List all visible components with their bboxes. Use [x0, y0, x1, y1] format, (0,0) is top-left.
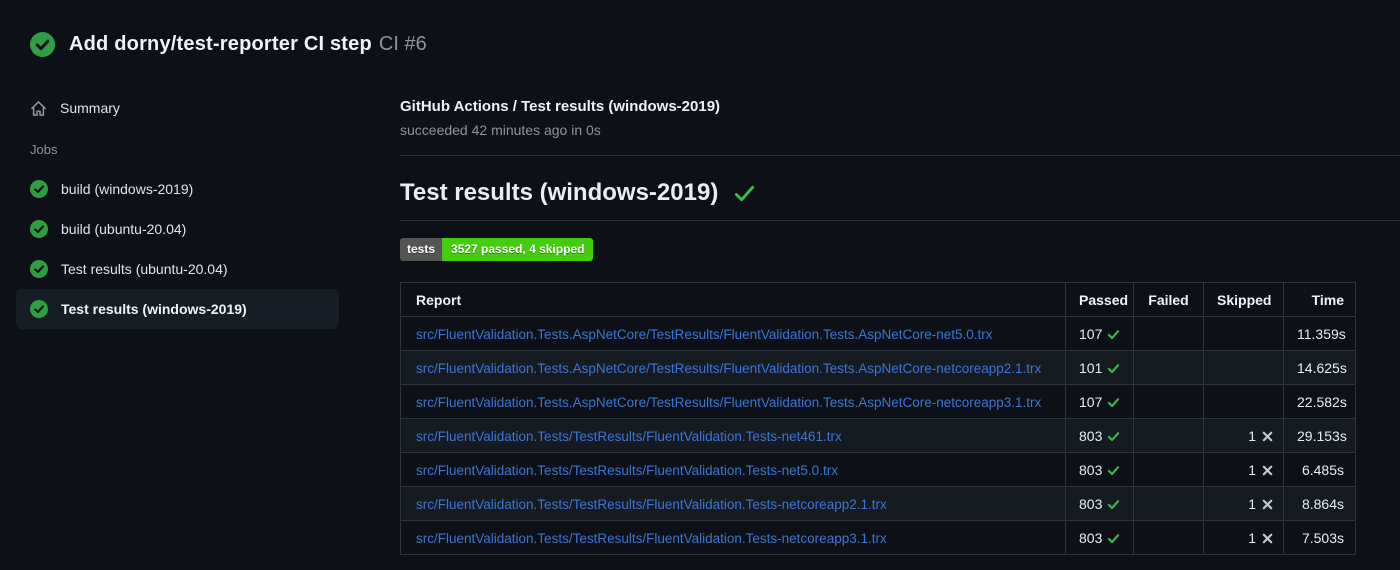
report-link[interactable]: src/FluentValidation.Tests/TestResults/F…	[416, 497, 887, 512]
skipped-count: 1	[1248, 529, 1256, 546]
tests-badge-value: 3527 passed, 4 skipped	[442, 238, 594, 261]
passed-check-icon	[1108, 363, 1120, 373]
passed-count: 107	[1079, 393, 1103, 410]
column-header-failed: Failed	[1133, 282, 1204, 317]
report-table: Report Passed Failed Skipped Time src/Fl…	[400, 282, 1356, 555]
check-run-title: GitHub Actions / Test results (windows-2…	[400, 98, 721, 115]
report-link[interactable]: src/FluentValidation.Tests.AspNetCore/Te…	[416, 361, 1041, 376]
column-header-time: Time	[1283, 282, 1356, 317]
passed-count: 803	[1079, 427, 1103, 444]
skipped-count: 1	[1248, 461, 1256, 478]
passed-count: 107	[1079, 325, 1103, 342]
table-row: src/FluentValidation.Tests.AspNetCore/Te…	[400, 384, 1356, 419]
report-link[interactable]: src/FluentValidation.Tests/TestResults/F…	[416, 463, 838, 478]
job-label: build (windows-2019)	[61, 181, 194, 197]
table-row: src/FluentValidation.Tests/TestResults/F…	[400, 452, 1356, 487]
jobs-section-label: Jobs	[30, 142, 58, 157]
passed-count: 803	[1079, 495, 1103, 512]
run-title: Add dorny/test-reporter CI step	[69, 32, 372, 55]
check-run-header: GitHub Actions / Test results (windows-2…	[400, 72, 1400, 156]
time-value: 14.625s	[1297, 359, 1347, 376]
table-row: src/FluentValidation.Tests.AspNetCore/Te…	[400, 350, 1356, 385]
passed-check-icon	[1108, 397, 1120, 407]
sidebar-job-item[interactable]: Test results (ubuntu-20.04)	[16, 249, 339, 289]
skipped-x-icon	[1262, 533, 1273, 543]
jobs-list: build (windows-2019) build (ubuntu-20.04…	[16, 169, 339, 329]
time-value: 11.359s	[1297, 325, 1346, 342]
passed-check-icon	[1108, 329, 1120, 339]
skipped-x-icon	[1262, 499, 1273, 509]
run-header: Add dorny/test-reporter CI step CI #6	[0, 0, 1400, 72]
passed-check-icon	[1108, 431, 1120, 441]
sidebar-job-item[interactable]: build (ubuntu-20.04)	[16, 209, 339, 249]
check-icon	[735, 185, 755, 201]
check-run-status-text: succeeded 42 minutes ago in 0s	[400, 122, 601, 138]
tests-badge: tests 3527 passed, 4 skipped	[400, 238, 594, 261]
job-label: Test results (ubuntu-20.04)	[61, 261, 228, 277]
table-row: src/FluentValidation.Tests/TestResults/F…	[400, 486, 1356, 521]
check-circle-icon	[30, 220, 48, 238]
sidebar-item-summary[interactable]: Summary	[16, 88, 339, 128]
check-circle-icon	[30, 31, 55, 57]
check-circle-icon	[30, 180, 48, 198]
check-circle-icon	[30, 260, 48, 278]
time-value: 7.503s	[1301, 529, 1344, 546]
sidebar-job-item-selected[interactable]: Test results (windows-2019)	[16, 289, 339, 329]
passed-check-icon	[1108, 465, 1120, 475]
passed-check-icon	[1108, 499, 1120, 509]
report-table-body: src/FluentValidation.Tests.AspNetCore/Te…	[400, 316, 1356, 555]
report-link[interactable]: src/FluentValidation.Tests.AspNetCore/Te…	[416, 327, 993, 342]
tests-badge-label: tests	[400, 238, 443, 261]
section-title-row: Test results (windows-2019)	[400, 179, 1400, 221]
passed-count: 101	[1079, 359, 1103, 376]
column-header-skipped: Skipped	[1203, 282, 1284, 317]
main-panel: GitHub Actions / Test results (windows-2…	[355, 72, 1400, 555]
passed-count: 803	[1079, 529, 1103, 546]
job-label: build (ubuntu-20.04)	[61, 221, 187, 237]
skipped-x-icon	[1262, 431, 1273, 441]
time-value: 8.864s	[1301, 495, 1344, 512]
sidebar-job-item[interactable]: build (windows-2019)	[16, 169, 339, 209]
time-value: 22.582s	[1297, 393, 1347, 410]
report-link[interactable]: src/FluentValidation.Tests/TestResults/F…	[416, 531, 887, 546]
column-header-report: Report	[400, 282, 1066, 317]
run-number: CI #6	[378, 32, 427, 55]
sidebar-summary-label: Summary	[60, 100, 120, 116]
table-row: src/FluentValidation.Tests/TestResults/F…	[400, 418, 1356, 453]
time-value: 6.485s	[1301, 461, 1344, 478]
home-icon	[31, 100, 46, 116]
job-label: Test results (windows-2019)	[61, 301, 247, 317]
skipped-count: 1	[1248, 427, 1256, 444]
passed-count: 803	[1079, 461, 1103, 478]
report-link[interactable]: src/FluentValidation.Tests/TestResults/F…	[416, 429, 842, 444]
skipped-x-icon	[1262, 465, 1273, 475]
check-circle-icon	[30, 300, 48, 318]
table-row: src/FluentValidation.Tests.AspNetCore/Te…	[400, 316, 1356, 351]
report-table-header-row: Report Passed Failed Skipped Time	[400, 282, 1356, 317]
table-row: src/FluentValidation.Tests/TestResults/F…	[400, 520, 1356, 555]
column-header-passed: Passed	[1065, 282, 1134, 317]
time-value: 29.153s	[1297, 427, 1347, 444]
report-link[interactable]: src/FluentValidation.Tests.AspNetCore/Te…	[416, 395, 1041, 410]
passed-check-icon	[1108, 533, 1120, 543]
skipped-count: 1	[1248, 495, 1256, 512]
sidebar: Summary Jobs build (windows-2019) build …	[0, 72, 355, 329]
section-title: Test results (windows-2019)	[400, 179, 719, 206]
